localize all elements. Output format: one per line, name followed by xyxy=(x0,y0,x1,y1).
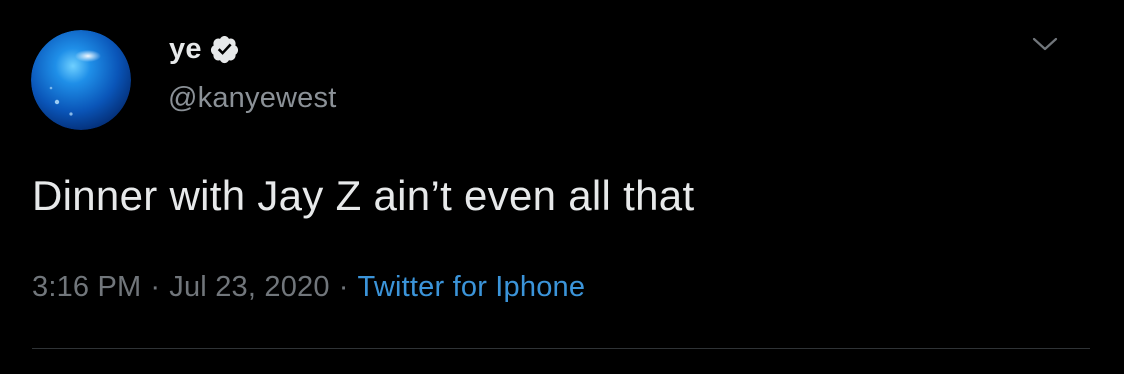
tweet-text: Dinner with Jay Z ain’t even all that xyxy=(32,172,695,219)
tweet-metadata: 3:16 PM · Jul 23, 2020 · Twitter for Iphone xyxy=(32,269,585,305)
blue-orb-avatar-icon xyxy=(31,30,131,130)
tweet-source-link[interactable]: Twitter for Iphone xyxy=(358,271,586,303)
tweet-date[interactable]: Jul 23, 2020 xyxy=(169,271,329,303)
tweet-time[interactable]: 3:16 PM xyxy=(32,271,141,303)
verified-check-icon xyxy=(210,35,238,63)
separator: · xyxy=(338,271,349,303)
divider xyxy=(32,348,1090,349)
separator: · xyxy=(150,271,161,303)
tweet: ye @kanyewest Dinner with Jay Z ain’t ev… xyxy=(0,0,1124,374)
author-handle[interactable]: @kanyewest xyxy=(168,80,336,116)
avatar[interactable] xyxy=(31,30,131,130)
chevron-down-icon[interactable] xyxy=(1031,30,1059,58)
display-name[interactable]: ye xyxy=(169,31,202,67)
author-name-row: ye xyxy=(169,31,240,67)
